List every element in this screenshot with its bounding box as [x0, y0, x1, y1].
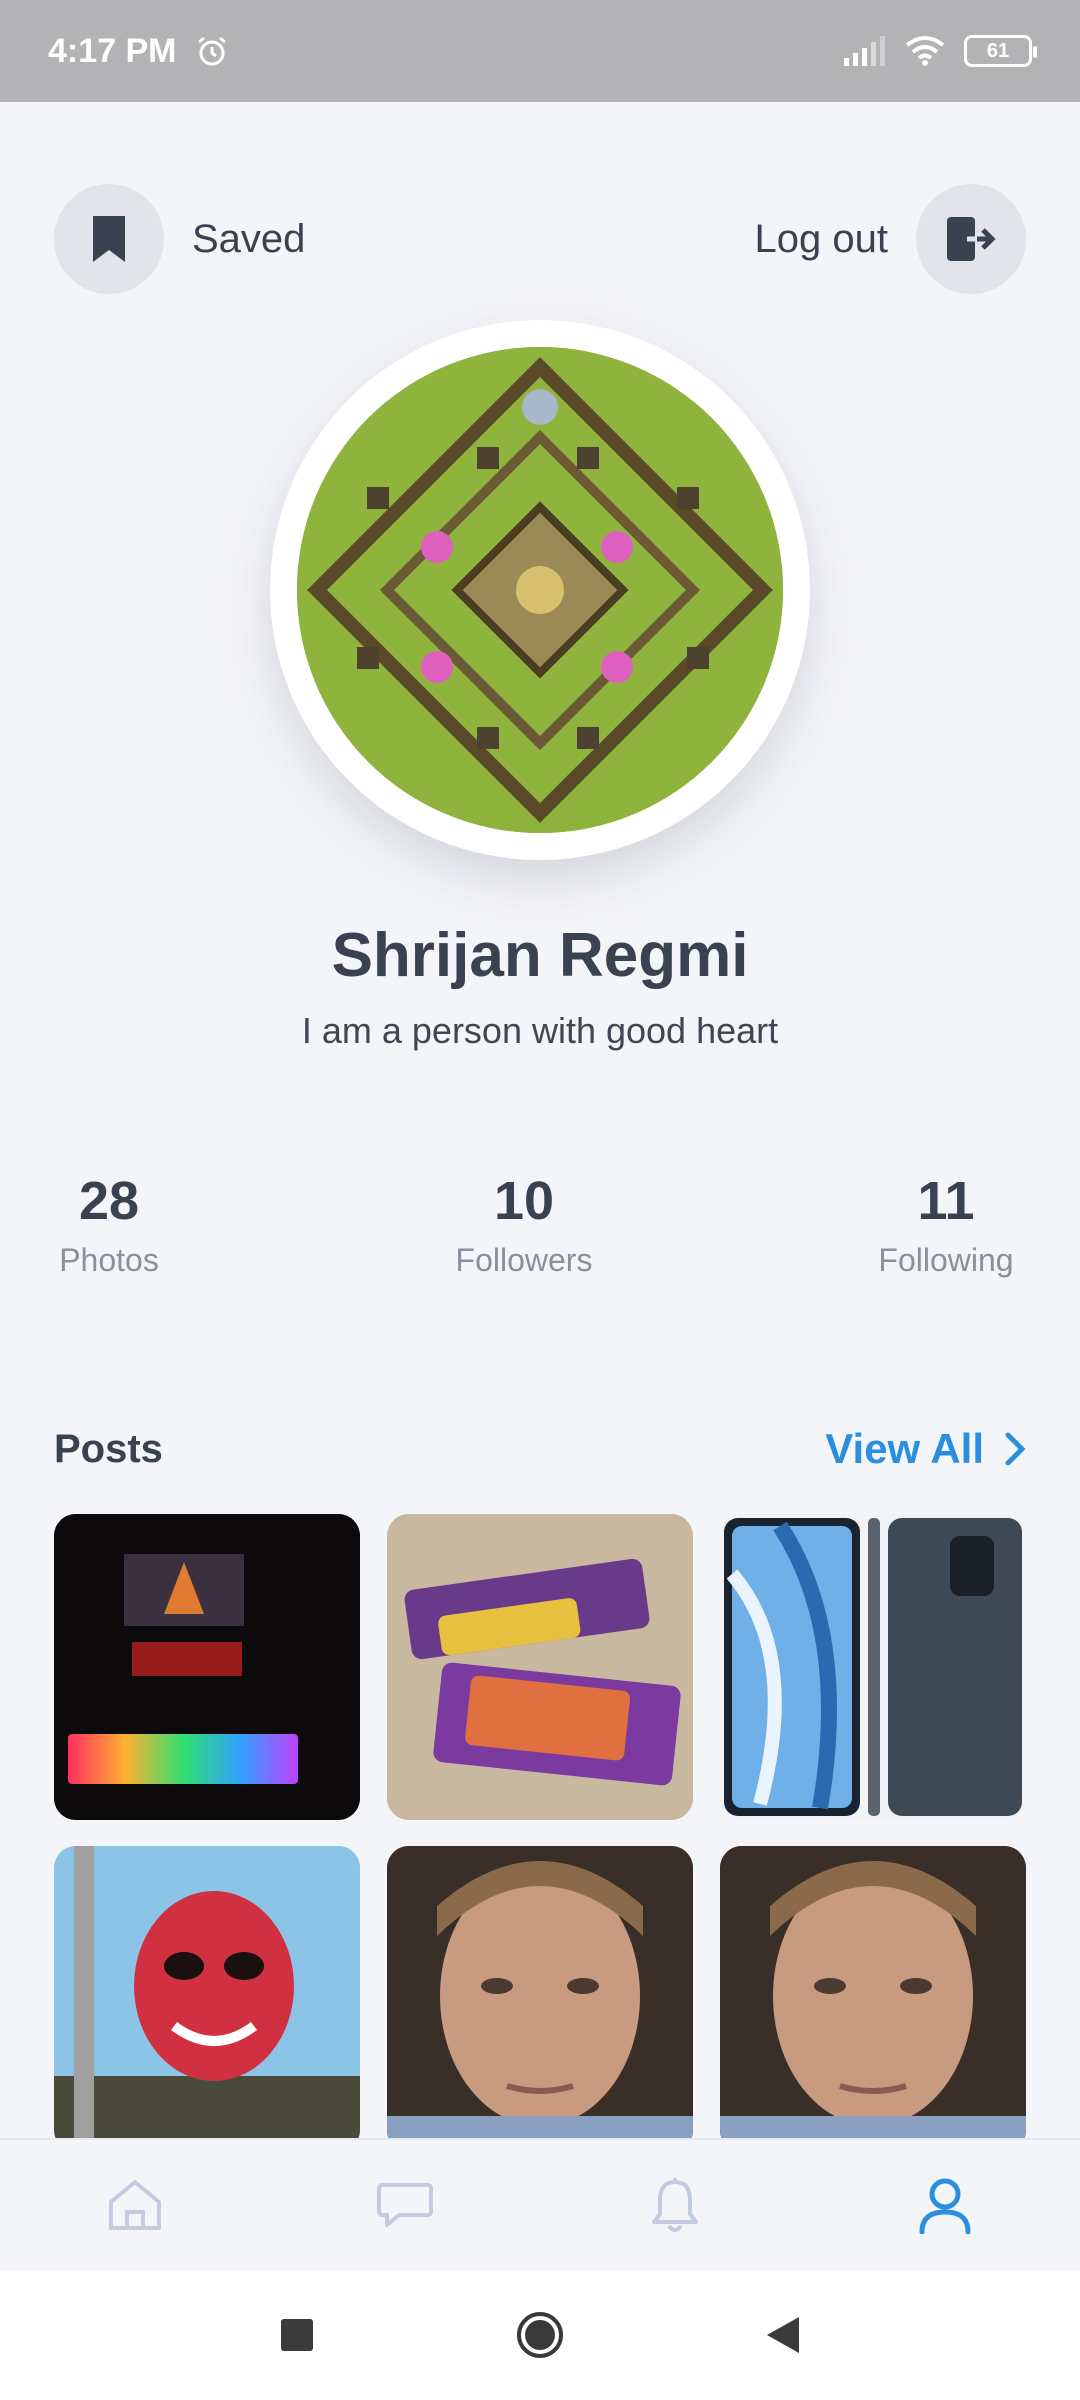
stat-following[interactable]: 11 Following [866, 1170, 1026, 1279]
bell-icon [652, 2178, 698, 2232]
profile-icon [919, 2178, 971, 2234]
profile-name: Shrijan Regmi [331, 921, 749, 990]
stat-following-value: 11 [917, 1171, 975, 1231]
alarm-icon [197, 36, 226, 66]
logout-icon [947, 217, 996, 261]
status-time: 4:17 PM [48, 31, 177, 70]
post-thumbnail[interactable] [54, 1514, 360, 1820]
stat-followers-label: Followers [455, 1242, 593, 1278]
avatar[interactable] [270, 320, 810, 860]
saved-button[interactable]: Saved [54, 184, 305, 294]
post-thumbnail[interactable] [720, 1514, 1026, 1820]
logout-icon-button[interactable] [916, 184, 1026, 294]
bookmark-icon [93, 216, 125, 262]
avatar-image [297, 347, 783, 833]
nav-profile[interactable] [885, 2155, 1005, 2255]
view-all-link[interactable]: View All [825, 1425, 1026, 1473]
back-icon[interactable] [765, 2315, 801, 2355]
nav-home[interactable] [75, 2155, 195, 2255]
phone-photo [720, 1514, 1026, 1820]
recents-icon[interactable] [279, 2317, 315, 2353]
stat-followers[interactable]: 10 Followers [424, 1170, 624, 1279]
signal-icon [844, 36, 885, 66]
stat-photos-label: Photos [59, 1242, 159, 1278]
chat-icon [377, 2183, 433, 2227]
saved-label: Saved [192, 216, 306, 261]
avatar-base-map-image [297, 347, 783, 833]
chevron-right-icon [1005, 1432, 1026, 1466]
bottom-nav [0, 2138, 1080, 2270]
status-icons: 61 [842, 35, 1037, 67]
home-button-icon[interactable] [515, 2310, 565, 2360]
portrait-photo [720, 1846, 1026, 2152]
gaming-laptop-photo [54, 1514, 360, 1820]
top-actions: Saved Log out [54, 184, 1026, 294]
wifi-icon [905, 36, 945, 66]
stat-photos[interactable]: 28 Photos [54, 1170, 164, 1279]
logout-button[interactable]: Log out [755, 184, 1026, 294]
saved-icon-button[interactable] [54, 184, 164, 294]
portrait-photo [387, 1846, 693, 2152]
stat-followers-value: 10 [493, 1171, 555, 1231]
home-icon [109, 2180, 161, 2230]
stat-photos-value: 28 [78, 1171, 140, 1231]
posts-header: Posts View All [54, 1425, 1026, 1473]
post-thumbnail[interactable] [720, 1846, 1026, 2152]
nav-notifications[interactable] [615, 2155, 735, 2255]
battery-icon: 61 [964, 35, 1037, 67]
system-nav-bar [0, 2270, 1080, 2400]
profile-stats: 28 Photos 10 Followers 11 Following [54, 1170, 1026, 1290]
chocolate-bars-photo [387, 1514, 693, 1820]
nav-messages[interactable] [345, 2155, 465, 2255]
battery-level: 61 [986, 39, 1010, 62]
posts-title: Posts [54, 1426, 163, 1471]
logout-label: Log out [754, 216, 888, 261]
view-all-label: View All [825, 1425, 984, 1472]
stat-following-label: Following [878, 1242, 1014, 1278]
post-thumbnail[interactable] [387, 1846, 693, 2152]
painted-face-photo [54, 1846, 360, 2152]
status-bar: 4:17 PM 61 [0, 0, 1080, 102]
post-thumbnail[interactable] [54, 1846, 360, 2152]
post-thumbnail[interactable] [387, 1514, 693, 1820]
profile-bio: I am a person with good heart [301, 1010, 779, 1051]
